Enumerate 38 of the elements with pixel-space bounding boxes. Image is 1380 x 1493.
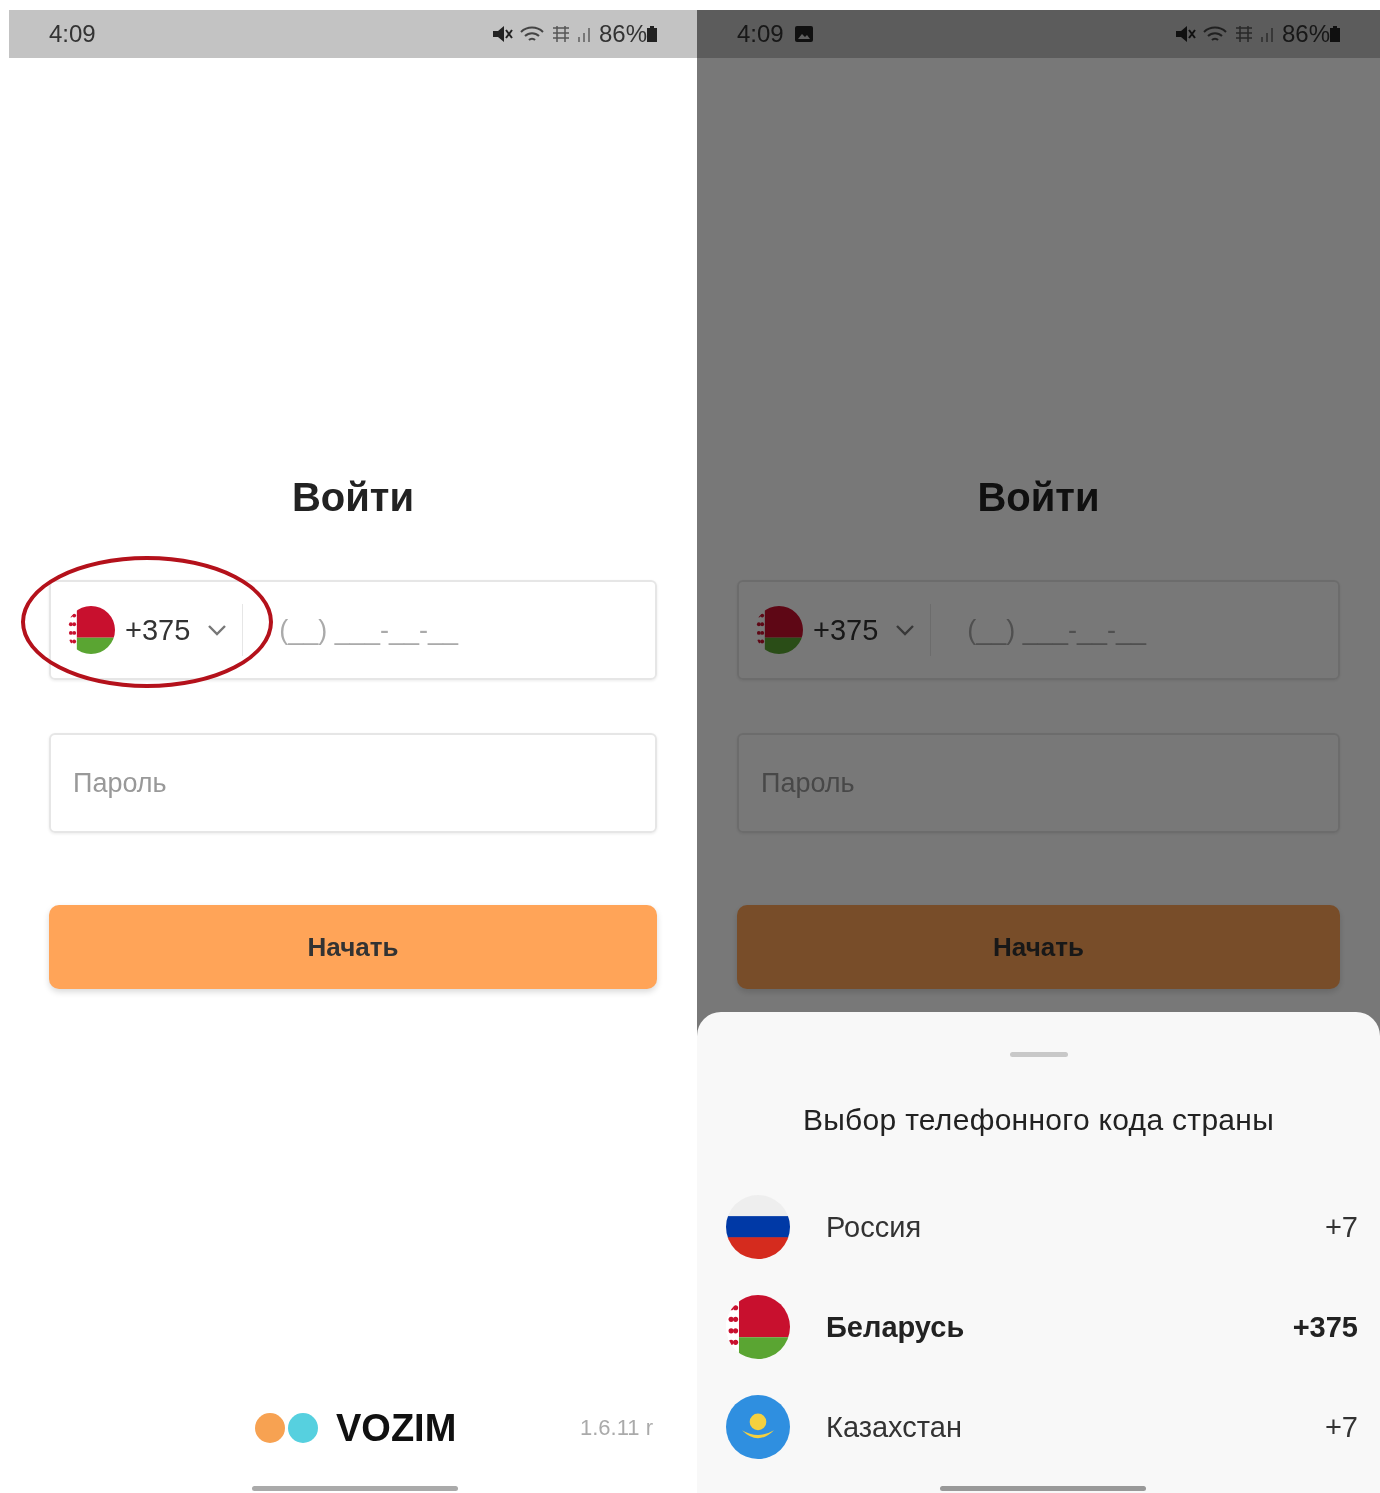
country-option[interactable]: Казахстан +7: [697, 1377, 1380, 1477]
start-button[interactable]: Начать: [49, 905, 657, 989]
country-option[interactable]: Беларусь +375: [697, 1277, 1380, 1377]
sun-flag-icon: [726, 1395, 790, 1459]
home-indicator[interactable]: [940, 1486, 1146, 1491]
battery-percent: 86%: [598, 20, 647, 48]
network-icon: [1233, 24, 1254, 44]
battery-icon: [647, 26, 657, 42]
version-label: 1.6.11 r: [580, 1415, 653, 1441]
country-code-selector[interactable]: +375: [67, 604, 244, 656]
phone-field[interactable]: +375 (__) ___-__-__: [49, 580, 657, 680]
password-input[interactable]: Пароль: [71, 766, 655, 800]
clock-time: 4:09: [49, 20, 96, 48]
password-field[interactable]: Пароль: [49, 733, 657, 833]
brand-name: VOZIM: [336, 1406, 457, 1450]
battery-percent: 86%: [1281, 20, 1330, 48]
striped-flag-icon: [755, 606, 803, 654]
signal-icon: [1259, 25, 1276, 43]
clock-time: 4:09: [737, 20, 784, 48]
chevron-down-icon: [206, 623, 229, 637]
mute-icon: [1173, 24, 1196, 44]
striped-flag-icon: [67, 606, 115, 654]
two-dots-logo-icon: [254, 1412, 320, 1444]
battery-icon: [1330, 26, 1340, 42]
home-indicator[interactable]: [252, 1486, 458, 1491]
signal-icon: [576, 25, 593, 43]
screen-title: Войти: [976, 474, 1101, 521]
network-icon: [550, 24, 571, 44]
tricolor-flag-icon: [726, 1195, 790, 1259]
country-code-selector[interactable]: +375: [755, 604, 932, 656]
striped-flag-icon: [726, 1295, 790, 1359]
sheet-title: Выбор телефонного кода страны: [802, 1103, 1275, 1137]
chevron-down-icon: [894, 623, 917, 637]
drag-handle[interactable]: [1009, 1052, 1068, 1057]
screen-title: Войти: [290, 474, 416, 521]
mute-icon: [490, 24, 513, 44]
country-option[interactable]: Россия +7: [697, 1177, 1380, 1277]
phone-field[interactable]: +375 (__) ___-__-__: [737, 580, 1340, 680]
